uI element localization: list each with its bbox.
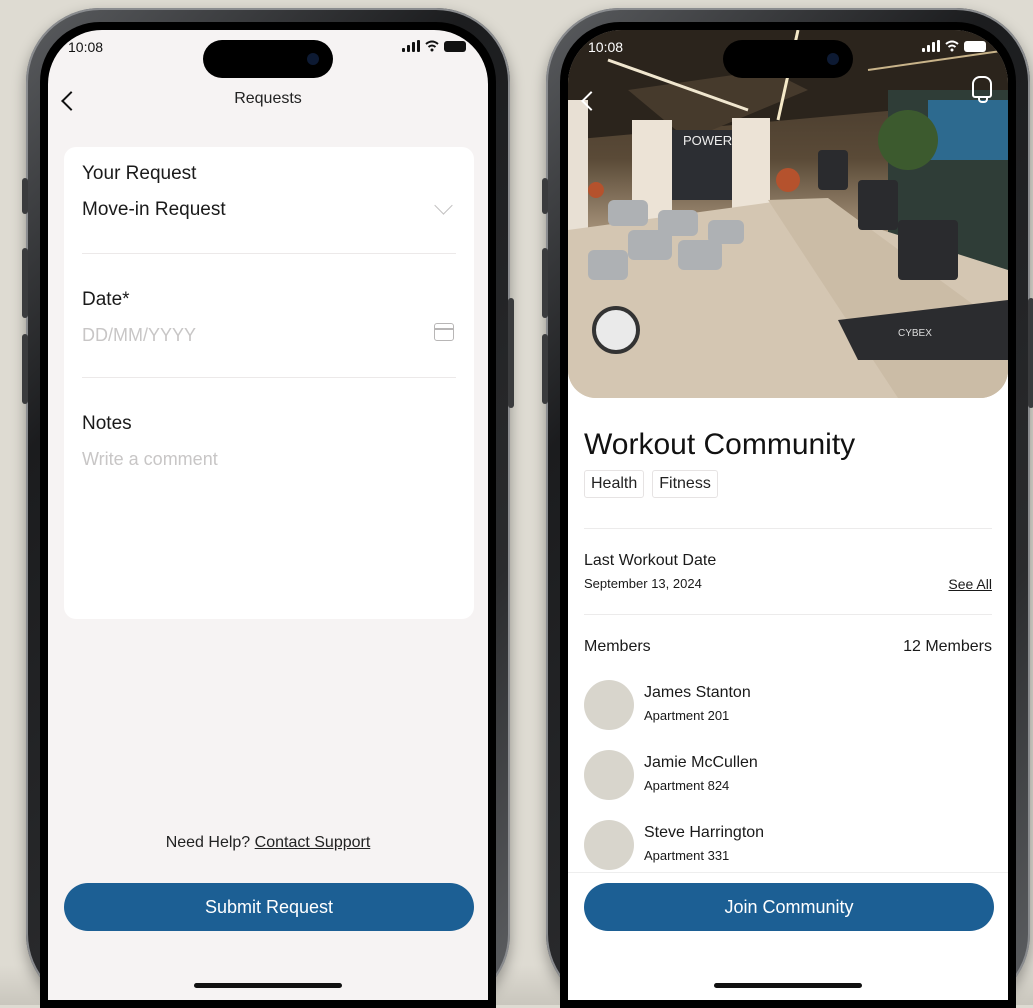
divider bbox=[82, 377, 456, 378]
status-time: 10:08 bbox=[68, 39, 104, 55]
community-title: Workout Community bbox=[584, 428, 856, 461]
member-name: Steve Harrington bbox=[644, 824, 765, 841]
see-all-link[interactable]: See All bbox=[948, 576, 992, 592]
wifi-icon bbox=[945, 40, 959, 52]
wifi-icon bbox=[425, 40, 439, 52]
phone-requests: 10:08 Requests Your Request Move-in Requ… bbox=[22, 8, 514, 1008]
home-indicator[interactable] bbox=[714, 983, 862, 988]
home-indicator[interactable] bbox=[194, 983, 342, 988]
phone-community: POWER CYBEX 10:08 Workout Community Heal… bbox=[542, 8, 1033, 1008]
battery-icon bbox=[964, 41, 986, 52]
avatar bbox=[584, 680, 634, 730]
member-name: James Stanton bbox=[644, 684, 751, 701]
divider bbox=[584, 614, 992, 615]
members-label: Members bbox=[584, 638, 651, 655]
camera-icon bbox=[307, 53, 319, 65]
volume-down-button bbox=[22, 334, 28, 404]
submit-request-button[interactable]: Submit Request bbox=[64, 883, 474, 931]
volume-down-button bbox=[542, 334, 548, 404]
members-count: 12 Members bbox=[903, 638, 992, 655]
requests-screen: 10:08 Requests Your Request Move-in Requ… bbox=[48, 30, 488, 1000]
status-icons bbox=[402, 40, 466, 52]
avatar bbox=[584, 820, 634, 870]
member-apartment: Apartment 331 bbox=[644, 848, 730, 863]
battery-icon bbox=[444, 41, 466, 52]
volume-up-button bbox=[542, 248, 548, 318]
divider bbox=[82, 253, 456, 254]
notes-textarea[interactable]: Write a comment bbox=[82, 449, 218, 470]
dynamic-island bbox=[723, 40, 853, 78]
help-text: Need Help? Contact Support bbox=[48, 834, 488, 852]
date-label: Date* bbox=[82, 289, 130, 310]
chevron-down-icon[interactable] bbox=[434, 196, 453, 215]
mute-switch bbox=[542, 178, 548, 214]
dynamic-island bbox=[203, 40, 333, 78]
member-apartment: Apartment 824 bbox=[644, 778, 730, 793]
community-screen: POWER CYBEX 10:08 Workout Community Heal… bbox=[568, 30, 1008, 1000]
screen-bezel: POWER CYBEX 10:08 Workout Community Heal… bbox=[560, 22, 1016, 1008]
status-icons bbox=[922, 40, 986, 52]
member-item[interactable]: Steve Harrington Apartment 331 bbox=[584, 820, 884, 872]
member-item[interactable]: Jamie McCullen Apartment 824 bbox=[584, 750, 884, 802]
signal-icon bbox=[922, 40, 940, 52]
divider bbox=[584, 528, 992, 529]
avatar bbox=[584, 750, 634, 800]
bell-icon[interactable] bbox=[972, 76, 992, 103]
request-type-label: Your Request bbox=[82, 163, 197, 184]
signal-icon bbox=[402, 40, 420, 52]
hero-sign-text: POWER bbox=[683, 133, 732, 148]
power-button bbox=[1028, 298, 1033, 408]
camera-icon bbox=[827, 53, 839, 65]
gym-illustration: POWER CYBEX bbox=[568, 30, 1008, 398]
page-title: Requests bbox=[234, 90, 302, 107]
screen-bezel: 10:08 Requests Your Request Move-in Requ… bbox=[40, 22, 496, 1008]
member-item[interactable]: James Stanton Apartment 201 bbox=[584, 680, 884, 732]
notes-label: Notes bbox=[82, 413, 132, 434]
date-input[interactable]: DD/MM/YYYY bbox=[82, 325, 196, 346]
mute-switch bbox=[22, 178, 28, 214]
join-community-button[interactable]: Join Community bbox=[584, 883, 994, 931]
volume-up-button bbox=[22, 248, 28, 318]
gym-hero-image: POWER CYBEX bbox=[568, 30, 1008, 398]
member-name: Jamie McCullen bbox=[644, 754, 758, 771]
tag-fitness[interactable]: Fitness bbox=[652, 470, 718, 498]
calendar-icon[interactable] bbox=[434, 323, 454, 341]
request-type-select[interactable]: Move-in Request bbox=[82, 199, 226, 221]
request-form-card: Your Request Move-in Request Date* DD/MM… bbox=[64, 147, 474, 619]
tag-list: Health Fitness bbox=[584, 470, 718, 498]
last-workout-label: Last Workout Date bbox=[584, 552, 717, 569]
last-workout-date: September 13, 2024 bbox=[584, 576, 702, 591]
power-button bbox=[508, 298, 514, 408]
member-apartment: Apartment 201 bbox=[644, 708, 730, 723]
hero-machine-text: CYBEX bbox=[898, 328, 932, 339]
tag-health[interactable]: Health bbox=[584, 470, 645, 498]
status-time: 10:08 bbox=[588, 39, 624, 55]
contact-support-link[interactable]: Contact Support bbox=[255, 834, 371, 851]
help-prompt: Need Help? bbox=[165, 834, 251, 851]
